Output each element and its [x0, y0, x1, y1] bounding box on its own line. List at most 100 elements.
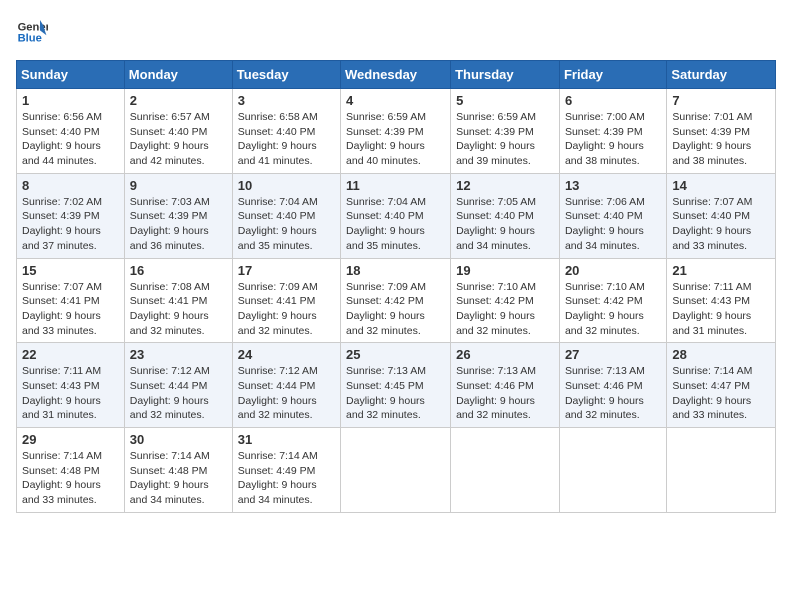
day-number: 2 [130, 93, 227, 108]
calendar-header-saturday: Saturday [667, 61, 776, 89]
calendar-cell: 2 Sunrise: 6:57 AMSunset: 4:40 PMDayligh… [124, 89, 232, 174]
cell-text: Sunrise: 7:12 AMSunset: 4:44 PMDaylight:… [130, 365, 210, 421]
day-number: 3 [238, 93, 335, 108]
calendar-header-sunday: Sunday [17, 61, 125, 89]
logo-icon: General Blue [16, 16, 48, 48]
calendar-cell: 3 Sunrise: 6:58 AMSunset: 4:40 PMDayligh… [232, 89, 340, 174]
cell-text: Sunrise: 7:10 AMSunset: 4:42 PMDaylight:… [565, 281, 645, 337]
calendar-cell: 9 Sunrise: 7:03 AMSunset: 4:39 PMDayligh… [124, 173, 232, 258]
calendar-cell: 16 Sunrise: 7:08 AMSunset: 4:41 PMDaylig… [124, 258, 232, 343]
day-number: 7 [672, 93, 770, 108]
cell-text: Sunrise: 7:01 AMSunset: 4:39 PMDaylight:… [672, 111, 752, 167]
day-number: 29 [22, 432, 119, 447]
cell-text: Sunrise: 7:07 AMSunset: 4:40 PMDaylight:… [672, 196, 752, 252]
day-number: 6 [565, 93, 661, 108]
day-number: 20 [565, 263, 661, 278]
cell-text: Sunrise: 7:04 AMSunset: 4:40 PMDaylight:… [346, 196, 426, 252]
calendar-cell: 29 Sunrise: 7:14 AMSunset: 4:48 PMDaylig… [17, 428, 125, 513]
calendar-cell [341, 428, 451, 513]
cell-text: Sunrise: 7:03 AMSunset: 4:39 PMDaylight:… [130, 196, 210, 252]
calendar-cell [559, 428, 666, 513]
calendar-cell: 18 Sunrise: 7:09 AMSunset: 4:42 PMDaylig… [341, 258, 451, 343]
calendar-week-row: 22 Sunrise: 7:11 AMSunset: 4:43 PMDaylig… [17, 343, 776, 428]
day-number: 13 [565, 178, 661, 193]
day-number: 31 [238, 432, 335, 447]
cell-text: Sunrise: 7:11 AMSunset: 4:43 PMDaylight:… [22, 365, 101, 421]
calendar-cell: 12 Sunrise: 7:05 AMSunset: 4:40 PMDaylig… [451, 173, 560, 258]
calendar-table: SundayMondayTuesdayWednesdayThursdayFrid… [16, 60, 776, 513]
calendar-cell: 5 Sunrise: 6:59 AMSunset: 4:39 PMDayligh… [451, 89, 560, 174]
calendar-cell: 10 Sunrise: 7:04 AMSunset: 4:40 PMDaylig… [232, 173, 340, 258]
calendar-cell: 22 Sunrise: 7:11 AMSunset: 4:43 PMDaylig… [17, 343, 125, 428]
calendar-cell: 26 Sunrise: 7:13 AMSunset: 4:46 PMDaylig… [451, 343, 560, 428]
calendar-cell: 6 Sunrise: 7:00 AMSunset: 4:39 PMDayligh… [559, 89, 666, 174]
cell-text: Sunrise: 7:04 AMSunset: 4:40 PMDaylight:… [238, 196, 318, 252]
calendar-cell: 14 Sunrise: 7:07 AMSunset: 4:40 PMDaylig… [667, 173, 776, 258]
calendar-cell: 27 Sunrise: 7:13 AMSunset: 4:46 PMDaylig… [559, 343, 666, 428]
cell-text: Sunrise: 7:09 AMSunset: 4:41 PMDaylight:… [238, 281, 318, 337]
calendar-header-row: SundayMondayTuesdayWednesdayThursdayFrid… [17, 61, 776, 89]
day-number: 15 [22, 263, 119, 278]
cell-text: Sunrise: 7:10 AMSunset: 4:42 PMDaylight:… [456, 281, 536, 337]
day-number: 30 [130, 432, 227, 447]
day-number: 9 [130, 178, 227, 193]
calendar-week-row: 8 Sunrise: 7:02 AMSunset: 4:39 PMDayligh… [17, 173, 776, 258]
cell-text: Sunrise: 7:02 AMSunset: 4:39 PMDaylight:… [22, 196, 102, 252]
calendar-cell [667, 428, 776, 513]
calendar-header-tuesday: Tuesday [232, 61, 340, 89]
cell-text: Sunrise: 7:08 AMSunset: 4:41 PMDaylight:… [130, 281, 210, 337]
cell-text: Sunrise: 6:56 AMSunset: 4:40 PMDaylight:… [22, 111, 102, 167]
calendar-week-row: 29 Sunrise: 7:14 AMSunset: 4:48 PMDaylig… [17, 428, 776, 513]
day-number: 28 [672, 347, 770, 362]
day-number: 8 [22, 178, 119, 193]
day-number: 17 [238, 263, 335, 278]
cell-text: Sunrise: 7:14 AMSunset: 4:48 PMDaylight:… [22, 450, 102, 506]
calendar-header-wednesday: Wednesday [341, 61, 451, 89]
day-number: 23 [130, 347, 227, 362]
day-number: 24 [238, 347, 335, 362]
calendar-cell: 1 Sunrise: 6:56 AMSunset: 4:40 PMDayligh… [17, 89, 125, 174]
day-number: 18 [346, 263, 445, 278]
day-number: 14 [672, 178, 770, 193]
calendar-cell: 11 Sunrise: 7:04 AMSunset: 4:40 PMDaylig… [341, 173, 451, 258]
calendar-cell: 21 Sunrise: 7:11 AMSunset: 4:43 PMDaylig… [667, 258, 776, 343]
cell-text: Sunrise: 7:00 AMSunset: 4:39 PMDaylight:… [565, 111, 645, 167]
day-number: 11 [346, 178, 445, 193]
cell-text: Sunrise: 7:06 AMSunset: 4:40 PMDaylight:… [565, 196, 645, 252]
calendar-week-row: 15 Sunrise: 7:07 AMSunset: 4:41 PMDaylig… [17, 258, 776, 343]
calendar-cell: 4 Sunrise: 6:59 AMSunset: 4:39 PMDayligh… [341, 89, 451, 174]
calendar-week-row: 1 Sunrise: 6:56 AMSunset: 4:40 PMDayligh… [17, 89, 776, 174]
calendar-cell: 7 Sunrise: 7:01 AMSunset: 4:39 PMDayligh… [667, 89, 776, 174]
calendar-cell: 28 Sunrise: 7:14 AMSunset: 4:47 PMDaylig… [667, 343, 776, 428]
calendar-cell: 25 Sunrise: 7:13 AMSunset: 4:45 PMDaylig… [341, 343, 451, 428]
calendar-header-friday: Friday [559, 61, 666, 89]
cell-text: Sunrise: 6:58 AMSunset: 4:40 PMDaylight:… [238, 111, 318, 167]
calendar-cell: 19 Sunrise: 7:10 AMSunset: 4:42 PMDaylig… [451, 258, 560, 343]
day-number: 25 [346, 347, 445, 362]
day-number: 22 [22, 347, 119, 362]
cell-text: Sunrise: 7:12 AMSunset: 4:44 PMDaylight:… [238, 365, 318, 421]
day-number: 16 [130, 263, 227, 278]
cell-text: Sunrise: 7:14 AMSunset: 4:49 PMDaylight:… [238, 450, 318, 506]
cell-text: Sunrise: 7:05 AMSunset: 4:40 PMDaylight:… [456, 196, 536, 252]
page-header: General Blue [16, 16, 776, 48]
cell-text: Sunrise: 7:14 AMSunset: 4:47 PMDaylight:… [672, 365, 752, 421]
cell-text: Sunrise: 6:57 AMSunset: 4:40 PMDaylight:… [130, 111, 210, 167]
day-number: 1 [22, 93, 119, 108]
calendar-cell: 30 Sunrise: 7:14 AMSunset: 4:48 PMDaylig… [124, 428, 232, 513]
cell-text: Sunrise: 7:13 AMSunset: 4:46 PMDaylight:… [565, 365, 645, 421]
cell-text: Sunrise: 7:07 AMSunset: 4:41 PMDaylight:… [22, 281, 102, 337]
cell-text: Sunrise: 7:11 AMSunset: 4:43 PMDaylight:… [672, 281, 751, 337]
calendar-cell: 24 Sunrise: 7:12 AMSunset: 4:44 PMDaylig… [232, 343, 340, 428]
cell-text: Sunrise: 7:13 AMSunset: 4:46 PMDaylight:… [456, 365, 536, 421]
day-number: 21 [672, 263, 770, 278]
cell-text: Sunrise: 7:09 AMSunset: 4:42 PMDaylight:… [346, 281, 426, 337]
day-number: 12 [456, 178, 554, 193]
calendar-cell: 15 Sunrise: 7:07 AMSunset: 4:41 PMDaylig… [17, 258, 125, 343]
calendar-cell: 17 Sunrise: 7:09 AMSunset: 4:41 PMDaylig… [232, 258, 340, 343]
day-number: 27 [565, 347, 661, 362]
calendar-header-thursday: Thursday [451, 61, 560, 89]
day-number: 10 [238, 178, 335, 193]
calendar-cell: 23 Sunrise: 7:12 AMSunset: 4:44 PMDaylig… [124, 343, 232, 428]
calendar-cell: 8 Sunrise: 7:02 AMSunset: 4:39 PMDayligh… [17, 173, 125, 258]
